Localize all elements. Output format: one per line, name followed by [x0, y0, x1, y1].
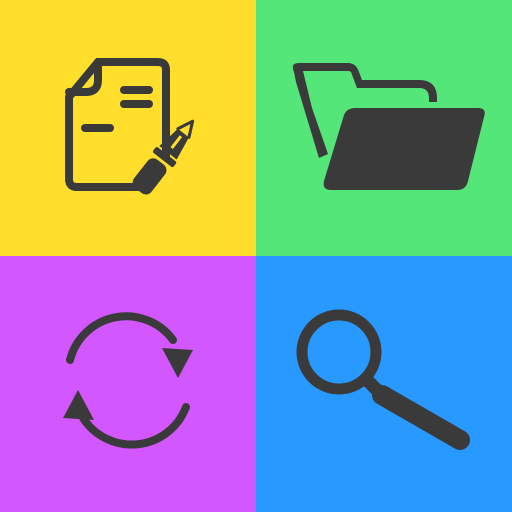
open-folder-icon [292, 63, 485, 190]
tile-edit-document[interactable] [0, 0, 256, 256]
tile-search[interactable] [256, 256, 512, 512]
refresh-icon [63, 312, 193, 449]
icon-grid [0, 0, 512, 512]
edit-document-icon [65, 58, 195, 195]
tile-open-folder[interactable] [256, 0, 512, 256]
search-icon [296, 309, 470, 450]
tile-refresh[interactable] [0, 256, 256, 512]
